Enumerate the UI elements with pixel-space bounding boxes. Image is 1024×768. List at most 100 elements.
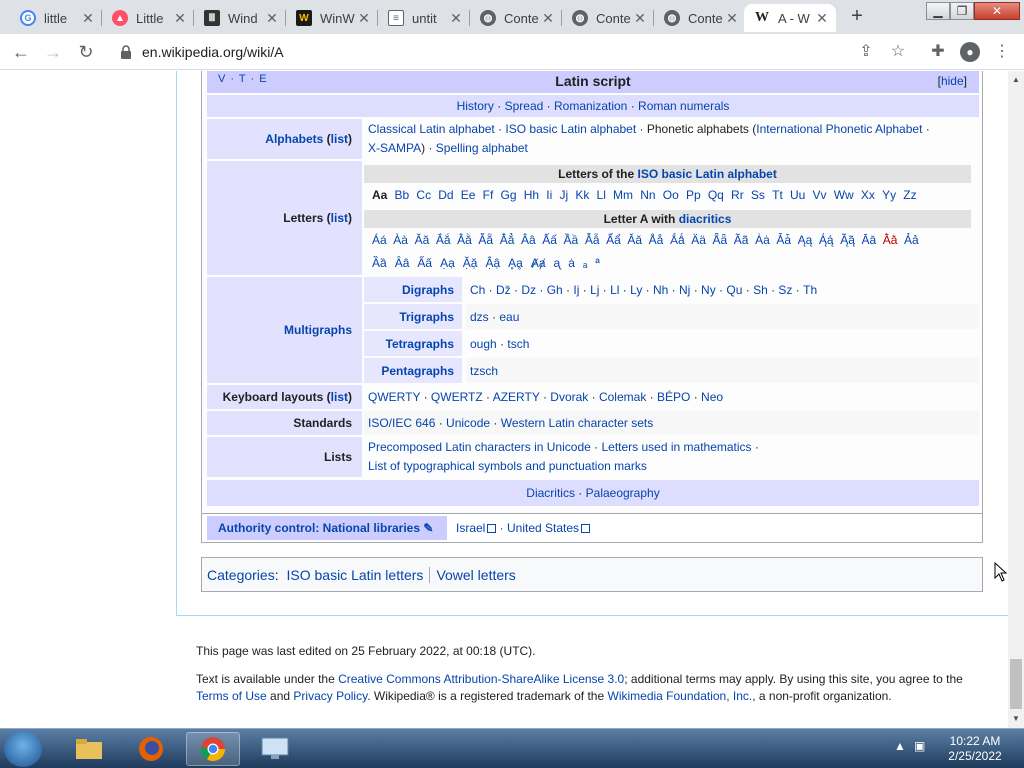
letter-link[interactable]: A̋a̋ (417, 256, 432, 270)
letter-link[interactable]: Ẳẳ (500, 233, 515, 247)
bookmark-star-icon[interactable]: ☆ (888, 42, 908, 62)
trigraphs-link[interactable]: Trigraphs (399, 310, 454, 324)
letter-link[interactable]: Ạạ (440, 256, 455, 270)
letter-link[interactable]: Ḁḁ (508, 256, 523, 270)
letter-link[interactable]: Nn (640, 188, 655, 202)
close-window-button[interactable]: ✕ (974, 2, 1020, 20)
letter-link[interactable]: Ẫẫ (585, 233, 600, 247)
x-sampa-link[interactable]: X-SAMPA (368, 141, 421, 155)
navbox-item-link[interactable]: eau (499, 310, 519, 324)
letter-link[interactable]: Tt (772, 188, 783, 202)
close-tab-icon[interactable]: ✕ (80, 10, 96, 27)
history-link[interactable]: History (457, 99, 494, 113)
browser-tab[interactable]: ◍ Conte ✕ (470, 4, 562, 32)
close-tab-icon[interactable]: ✕ (264, 10, 280, 27)
navbox-item-link[interactable]: Ny (701, 283, 716, 297)
letter-link[interactable]: ᶏ (554, 256, 561, 270)
letter-link[interactable]: Ää (691, 233, 706, 247)
pencil-edit-icon[interactable]: ✎ (423, 521, 433, 535)
browser-tab[interactable]: G little ✕ (10, 4, 102, 32)
multigraphs-link[interactable]: Multigraphs (284, 323, 352, 337)
letter-link[interactable]: Ǟǟ (713, 233, 728, 247)
start-button[interactable] (4, 731, 42, 767)
letter-link[interactable]: Ⱥⱥ (531, 256, 546, 270)
letter-link[interactable]: Ȁȁ (372, 256, 387, 270)
navbox-item-link[interactable]: Ch (470, 283, 485, 297)
navbox-item-link[interactable]: tsch (507, 337, 529, 351)
navbox-item-link[interactable]: Unicode (446, 416, 490, 430)
spread-link[interactable]: Spread (505, 99, 544, 113)
browser-tab[interactable]: ≡ untit ✕ (378, 4, 470, 32)
letter-link[interactable]: Hh (524, 188, 539, 202)
navbox-item-link[interactable]: Dž (496, 283, 511, 297)
diacritics-bottom-link[interactable]: Diacritics (526, 486, 575, 500)
letter-link[interactable]: ẚ (568, 256, 575, 270)
minimize-button[interactable]: ▁ (926, 2, 950, 20)
palaeography-link[interactable]: Palaeography (586, 486, 660, 500)
letter-link[interactable]: Ẩẩ (606, 233, 621, 247)
browser-tab[interactable]: ◍ Conte ✕ (562, 4, 654, 32)
more-menu-icon[interactable]: ⋮ (992, 42, 1012, 62)
precomposed-latin-link[interactable]: Precomposed Latin characters in Unicode (368, 440, 591, 454)
letter-link[interactable]: Bb (395, 188, 410, 202)
iso-basic-latin-alphabet-link[interactable]: ISO basic Latin alphabet (637, 167, 776, 181)
ipa-link[interactable]: International Phonetic Alphabet (756, 122, 922, 136)
letter-link[interactable]: Pp (686, 188, 701, 202)
authority-label-text[interactable]: Authority control: National libraries (218, 521, 420, 535)
iso-basic-latin-link[interactable]: ISO basic Latin alphabet (505, 122, 636, 136)
navbox-item-link[interactable]: Ly (630, 283, 642, 297)
pentagraphs-link[interactable]: Pentagraphs (381, 364, 454, 378)
romanization-link[interactable]: Romanization (554, 99, 627, 113)
profile-avatar-icon[interactable]: ● (960, 42, 980, 62)
letter-link[interactable]: Áá (372, 233, 387, 247)
browser-tab[interactable]: W WinW ✕ (286, 4, 378, 32)
network-icon[interactable]: ▣ (914, 739, 925, 753)
letter-link[interactable]: Āā (861, 233, 876, 247)
share-icon[interactable]: ⇪ (856, 42, 876, 62)
classical-latin-link[interactable]: Classical Latin alphabet (368, 122, 495, 136)
navbox-hide-toggle[interactable]: [hide] (938, 74, 967, 88)
authority-control-label[interactable]: Authority control: National libraries ✎ (207, 516, 447, 540)
letter-link[interactable]: Ảả (904, 233, 919, 247)
forward-button[interactable]: → (42, 41, 64, 63)
letters-mathematics-link[interactable]: Letters used in mathematics (601, 440, 751, 454)
letter-link[interactable]: Uu (790, 188, 805, 202)
terms-of-use-link[interactable]: Terms of Use (196, 689, 267, 703)
address-bar[interactable]: en.wikipedia.org/wiki/A (142, 44, 284, 60)
close-tab-icon[interactable]: ✕ (724, 10, 740, 27)
firefox-taskbar-icon[interactable] (124, 732, 178, 766)
file-explorer-taskbar-icon[interactable] (62, 732, 116, 766)
letter-link[interactable]: Ắắ (436, 233, 451, 247)
letter-link[interactable]: Xx (861, 188, 875, 202)
letter-link[interactable]: Oo (663, 188, 679, 202)
letter-link[interactable]: Ẵẵ (478, 233, 493, 247)
letter-link[interactable]: Ãã (734, 233, 749, 247)
navbox-item-link[interactable]: QWERTZ (431, 390, 483, 404)
close-tab-icon[interactable]: ✕ (448, 10, 464, 27)
chrome-taskbar-icon[interactable] (186, 732, 240, 766)
letter-link[interactable]: Ą́ą́ (819, 233, 834, 247)
letter-link[interactable]: Zz (903, 188, 916, 202)
categories-link[interactable]: Categories (207, 567, 275, 583)
navbox-item-link[interactable]: Colemak (599, 390, 646, 404)
navbox-item-link[interactable]: ough (470, 337, 497, 351)
letter-link[interactable]: Ǻǻ (670, 233, 685, 247)
privacy-policy-link[interactable]: Privacy Policy (293, 689, 367, 703)
letter-link[interactable]: Mm (613, 188, 633, 202)
back-button[interactable]: ← (10, 41, 32, 63)
navbox-item-link[interactable]: Dz (521, 283, 536, 297)
spelling-alphabet-link[interactable]: Spelling alphabet (436, 141, 528, 155)
letter-link[interactable]: Ăă (415, 233, 430, 247)
hide-label[interactable]: hide (941, 74, 964, 88)
diacritics-link[interactable]: diacritics (679, 212, 732, 226)
letter-link[interactable]: Kk (575, 188, 589, 202)
close-tab-icon[interactable]: ✕ (540, 10, 556, 27)
navbox-item-link[interactable]: Dvorak (550, 390, 588, 404)
letter-link[interactable]: ₐ (583, 256, 587, 270)
alphabets-list-link[interactable]: list (331, 132, 348, 146)
letter-link[interactable]: Ȧȧ (755, 233, 770, 247)
letter-link[interactable]: Ằằ (457, 233, 472, 247)
navbox-item-link[interactable]: AZERTY (493, 390, 540, 404)
navbox-item-link[interactable]: Western Latin character sets (501, 416, 654, 430)
israel-link[interactable]: Israel (456, 521, 485, 535)
